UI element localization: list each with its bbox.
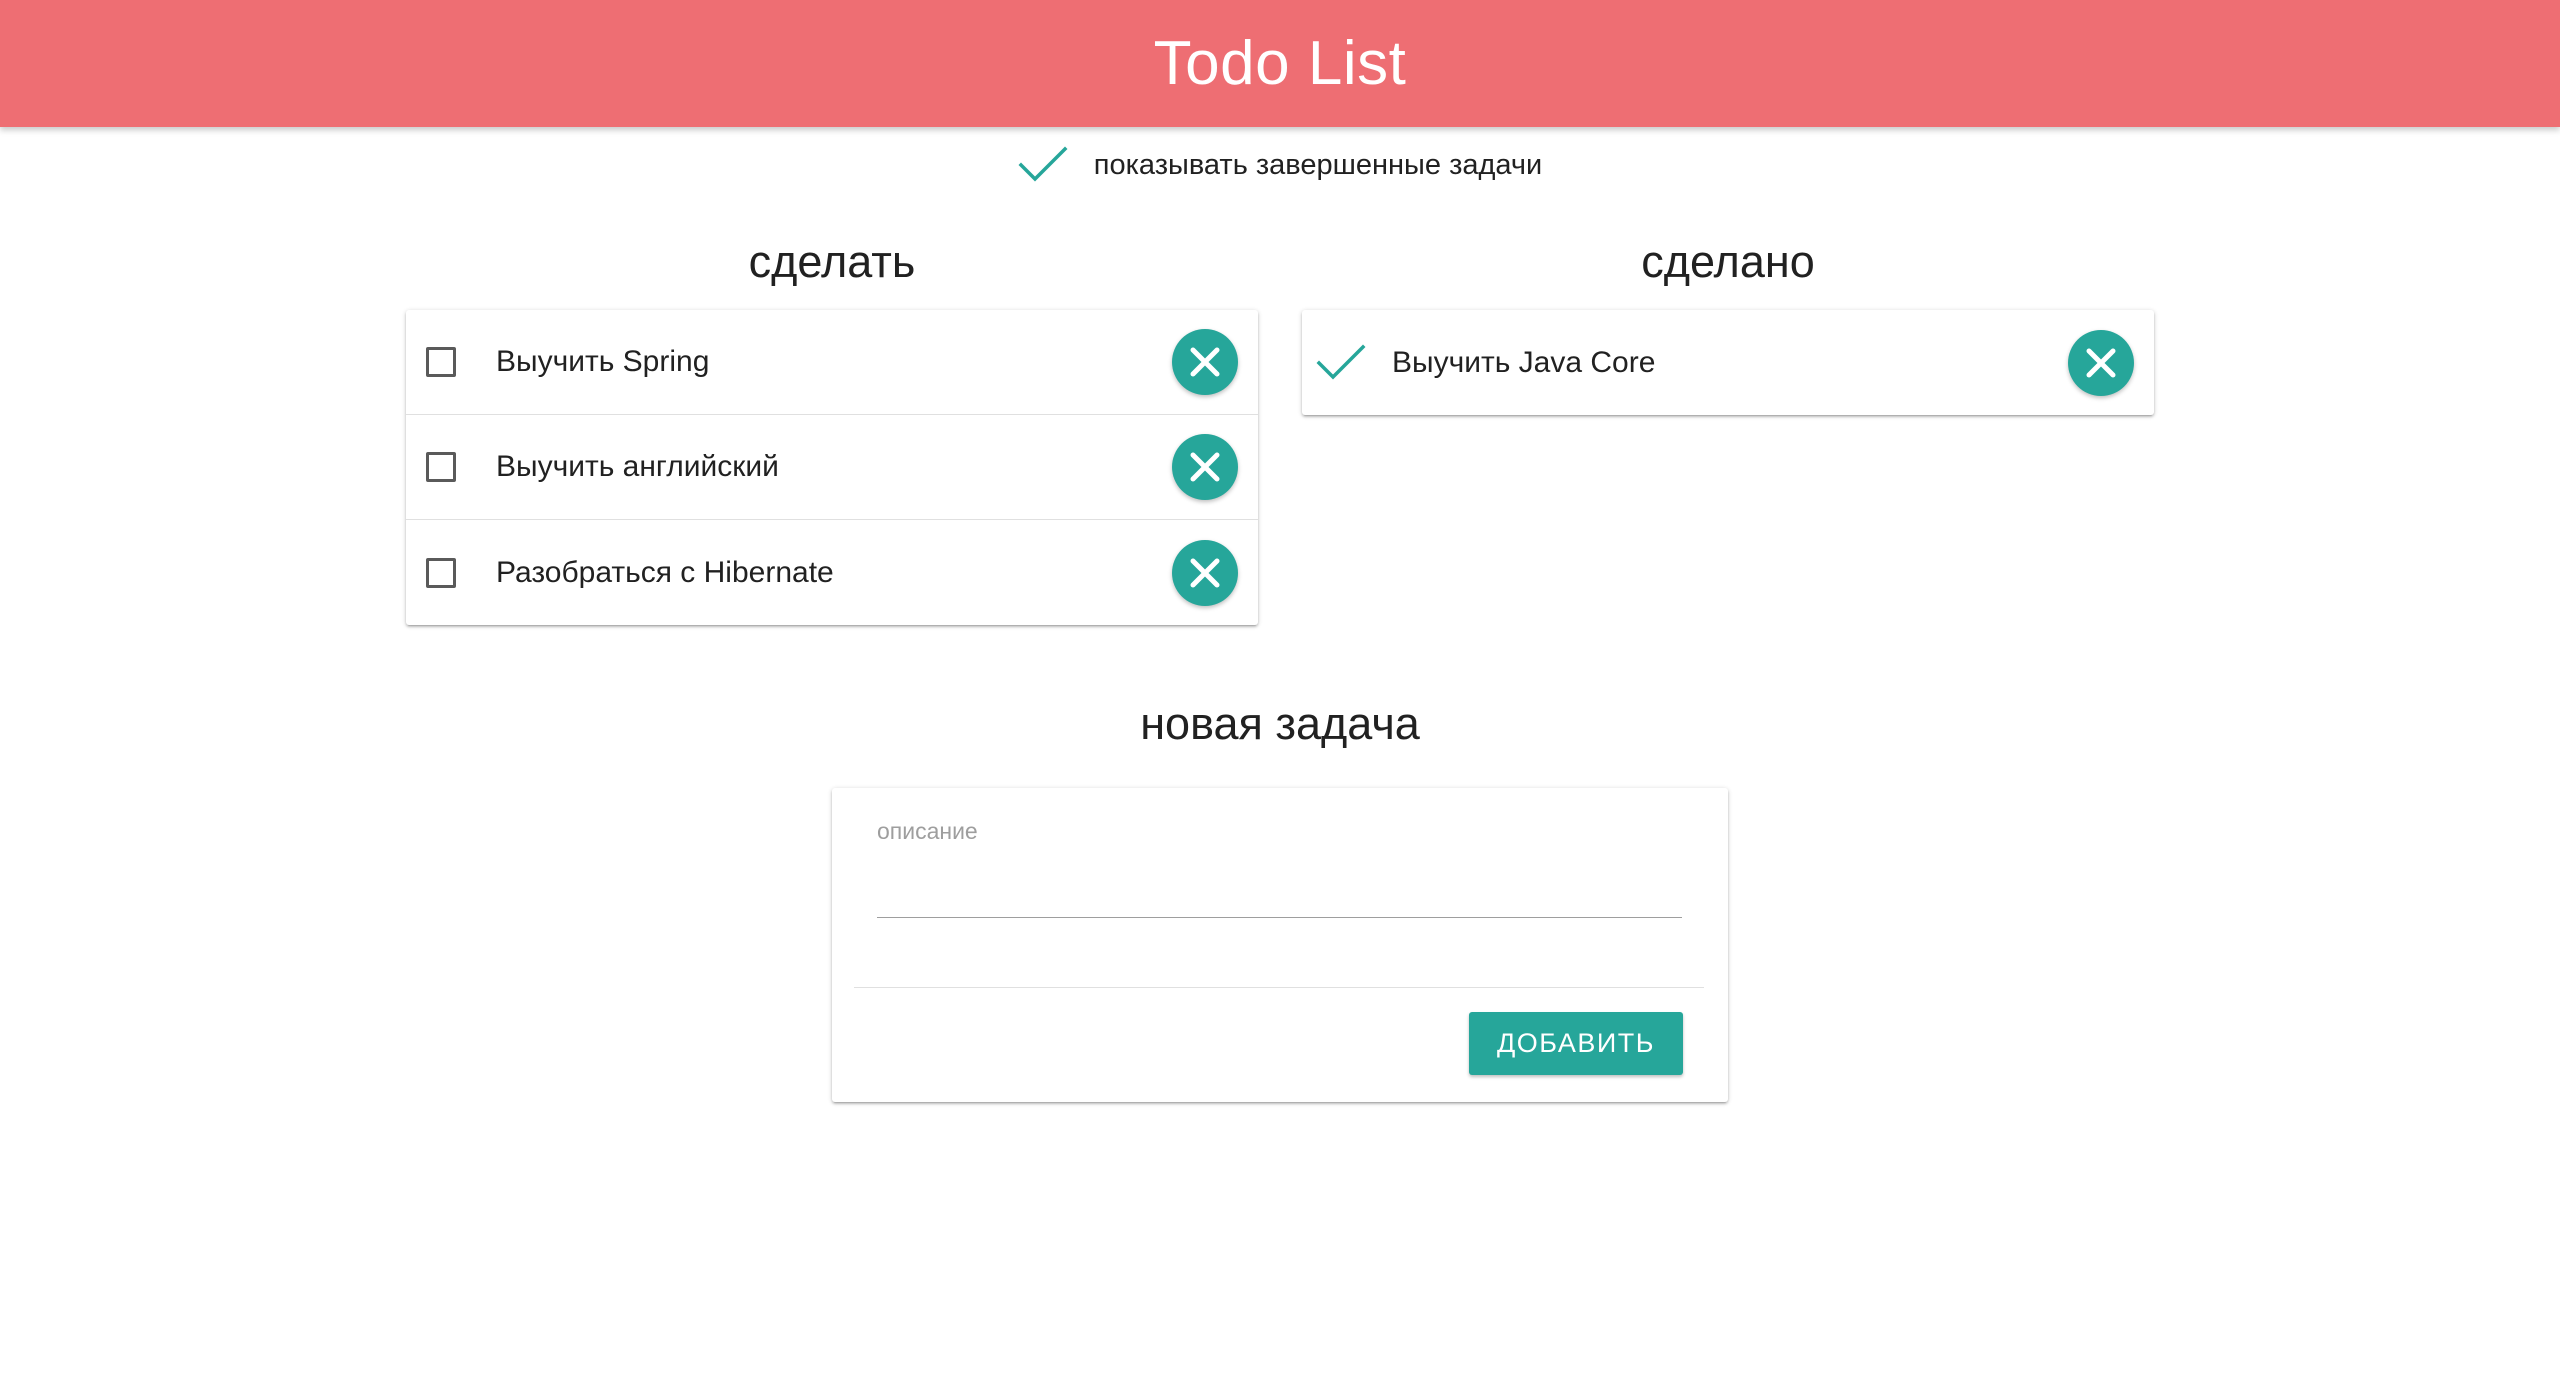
todo-item: Выучить Spring bbox=[406, 310, 1258, 415]
description-input[interactable] bbox=[877, 848, 1682, 918]
new-task-form: описание ДОБАВИТЬ bbox=[832, 788, 1728, 1102]
done-list: Выучить Java Core bbox=[1302, 310, 2154, 415]
done-item-text: Выучить Java Core bbox=[1392, 345, 1656, 379]
app-title: Todo List bbox=[1153, 29, 1407, 98]
todo-checkbox[interactable] bbox=[426, 557, 456, 588]
description-label: описание bbox=[877, 818, 978, 844]
add-task-button[interactable]: ДОБАВИТЬ bbox=[1469, 1012, 1683, 1075]
card-divider bbox=[854, 987, 1704, 988]
todo-item-text: Выучить Spring bbox=[496, 345, 710, 378]
show-completed-label: показывать завершенные задачи bbox=[1093, 148, 1543, 181]
close-icon bbox=[1190, 452, 1220, 482]
close-icon bbox=[2086, 348, 2116, 377]
close-icon bbox=[1190, 558, 1220, 587]
delete-button[interactable] bbox=[1172, 539, 1238, 606]
check-icon bbox=[1316, 344, 1366, 379]
todo-item: Разобраться с Hibernate bbox=[406, 520, 1258, 625]
done-checkbox[interactable] bbox=[1316, 343, 1366, 383]
new-task-heading: новая задача bbox=[1140, 698, 1420, 749]
close-icon bbox=[1190, 347, 1220, 377]
done-item: Выучить Java Core bbox=[1302, 310, 2154, 415]
todo-item: Выучить английский bbox=[406, 415, 1258, 520]
check-icon bbox=[1018, 146, 1068, 182]
todo-checkbox[interactable] bbox=[426, 347, 456, 377]
todo-heading: сделать bbox=[748, 236, 916, 287]
done-heading: сделано bbox=[1641, 236, 1815, 287]
todo-item-text: Разобраться с Hibernate bbox=[496, 555, 834, 589]
todo-checkbox[interactable] bbox=[426, 452, 456, 482]
show-completed-checkbox[interactable] bbox=[1018, 142, 1068, 188]
todo-list: Выучить Spring Выучить английский Разобр… bbox=[406, 310, 1258, 625]
delete-button[interactable] bbox=[2068, 329, 2134, 396]
app-header: Todo List bbox=[0, 0, 2560, 127]
show-completed-filter: показывать завершенные задачи bbox=[0, 140, 2560, 190]
todo-item-text: Выучить английский bbox=[496, 450, 779, 483]
delete-button[interactable] bbox=[1172, 434, 1238, 500]
delete-button[interactable] bbox=[1172, 329, 1238, 395]
